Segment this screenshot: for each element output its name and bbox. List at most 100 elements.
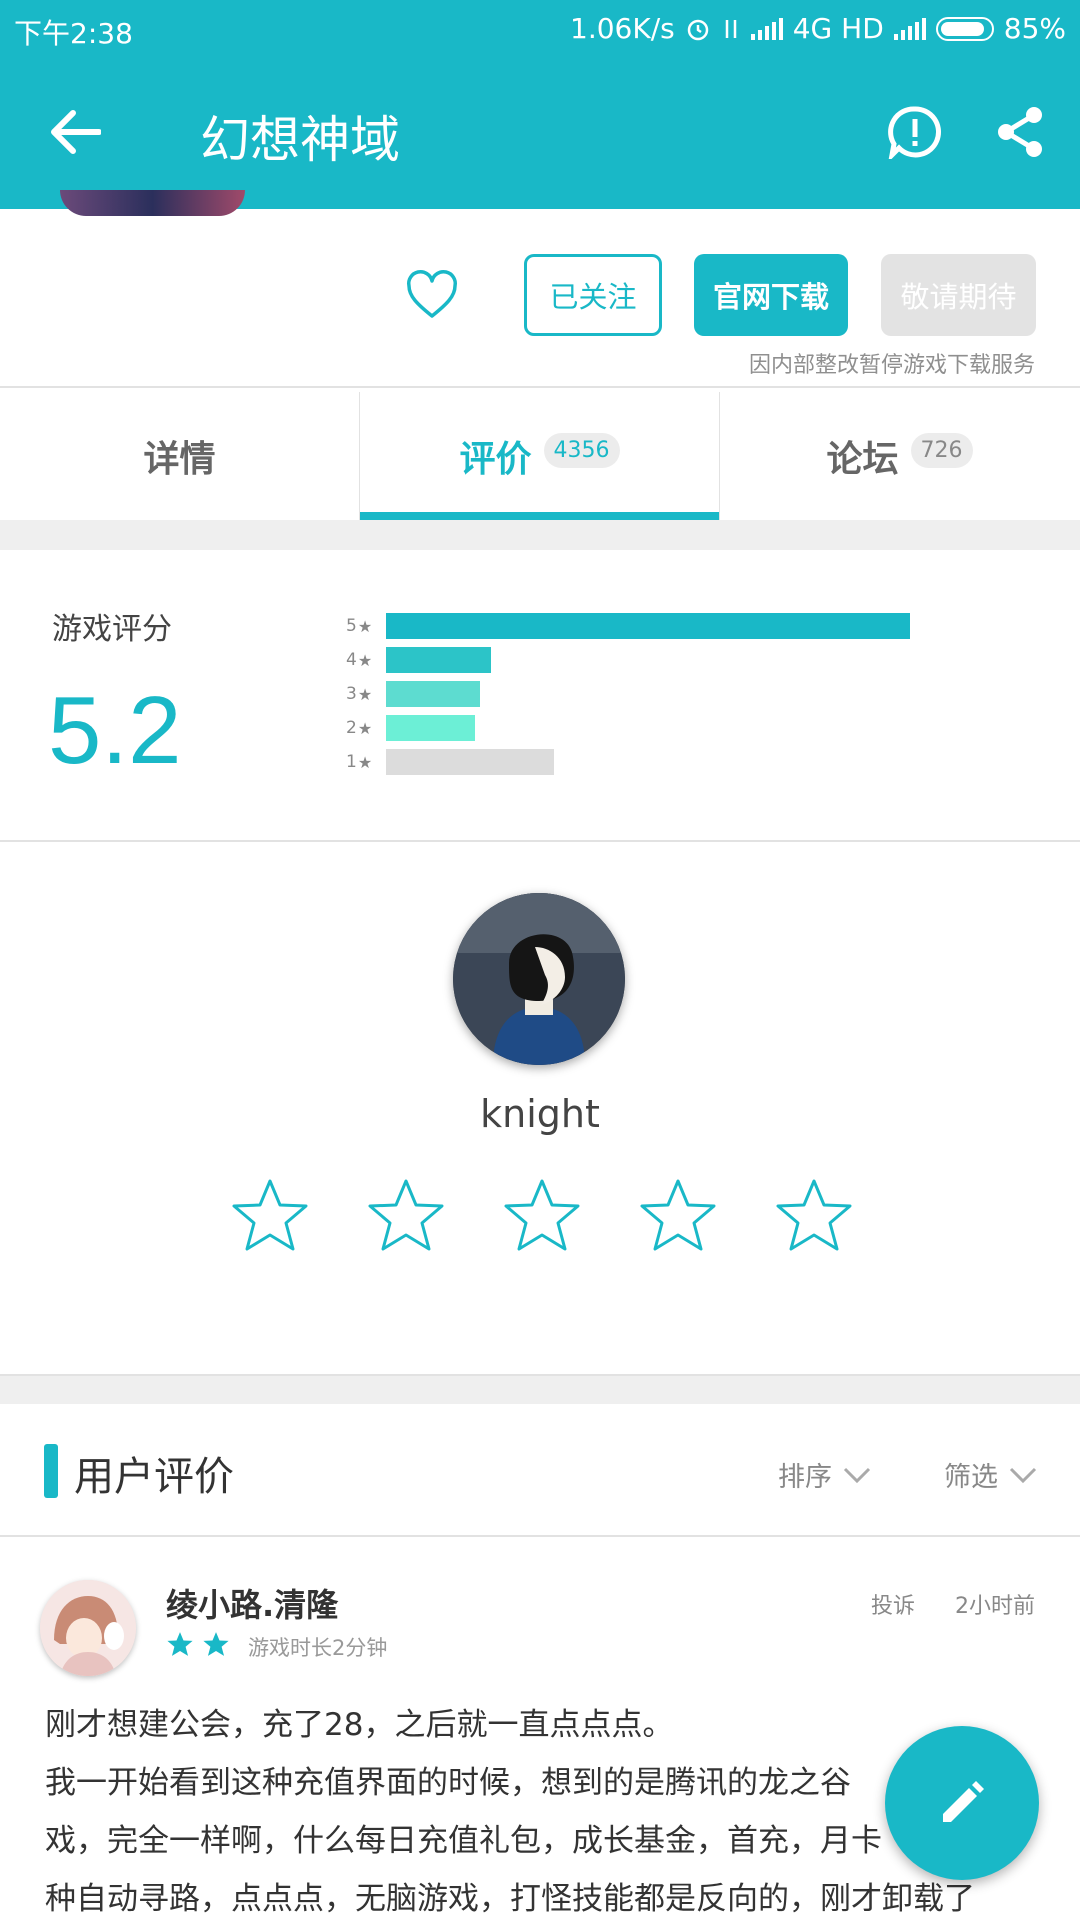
rate-star-icon[interactable] — [502, 1175, 582, 1255]
tab-details[interactable]: 详情 — [0, 392, 359, 520]
share-icon — [998, 107, 1042, 157]
app-bar: 下午2:38 1.06K/s 4G HD 85% 幻想神域 — [0, 0, 1080, 209]
report-link[interactable]: 投诉 — [871, 1588, 915, 1620]
divider — [0, 386, 1080, 388]
star-level: 2 — [346, 718, 357, 738]
tab-indicator — [360, 512, 719, 520]
status-bar: 下午2:38 1.06K/s 4G HD 85% — [0, 0, 1080, 56]
network-type: 4G HD — [792, 12, 884, 45]
star-level: 4 — [346, 650, 357, 670]
signal-icon-2 — [893, 17, 926, 40]
tab-label: 评价 — [459, 439, 532, 480]
star-level: 3 — [346, 684, 357, 704]
write-review-button[interactable] — [885, 1726, 1039, 1880]
comment-rating — [166, 1630, 230, 1658]
sort-label: 排序 — [778, 1462, 832, 1493]
tab-divider — [719, 392, 720, 520]
rate-star-icon[interactable] — [774, 1175, 854, 1255]
data-transfer-icon — [725, 19, 736, 38]
tab-label: 论坛 — [826, 439, 899, 480]
rating-bar-label: 4 ★ — [346, 650, 386, 670]
report-button[interactable] — [885, 102, 945, 162]
star-icon: ★ — [357, 650, 373, 670]
star-icon: ★ — [357, 684, 373, 704]
follow-button[interactable]: 已关注 — [524, 254, 662, 336]
commenter-name[interactable]: 绫小路.清隆 — [166, 1580, 338, 1626]
battery-level: 85% — [1003, 12, 1066, 45]
sort-dropdown[interactable]: 排序 — [778, 1455, 872, 1494]
section-gap — [0, 1374, 1080, 1404]
tab-divider — [359, 392, 360, 520]
star-level: 1 — [346, 752, 357, 772]
user-avatar — [453, 893, 625, 1065]
star-icon: ★ — [357, 718, 373, 738]
tab-count: 726 — [910, 432, 973, 468]
status-right: 1.06K/s 4G HD 85% — [570, 12, 1066, 45]
tab-reviews[interactable]: 评价 4356 — [360, 392, 719, 520]
rating-bar-label: 3 ★ — [346, 684, 386, 704]
rate-star-icon[interactable] — [366, 1175, 446, 1255]
rating-bar-row: 1 ★ — [346, 749, 554, 775]
signal-icon — [750, 17, 783, 40]
rating-bar-label: 2 ★ — [346, 718, 386, 738]
avatar-image — [40, 1580, 136, 1676]
playtime: 游戏时长2分钟 — [248, 1636, 388, 1660]
comment-meta: 投诉 2小时前 — [871, 1588, 1035, 1620]
rating-bar — [386, 749, 554, 775]
back-arrow-icon — [51, 110, 101, 154]
rating-star-icon — [167, 1632, 193, 1656]
rating-star-icon — [203, 1632, 229, 1656]
pencil-icon — [943, 1781, 984, 1822]
coming-soon-button: 敬请期待 — [881, 254, 1036, 336]
official-download-button[interactable]: 官网下载 — [694, 254, 848, 336]
filter-label: 筛选 — [944, 1462, 998, 1493]
rating-bar-label: 1 ★ — [346, 752, 386, 772]
star-icon: ★ — [357, 616, 373, 636]
rating-bar-label: 5 ★ — [346, 616, 386, 636]
rating-bar — [386, 613, 910, 639]
section-marker — [44, 1444, 58, 1498]
back-button[interactable] — [40, 102, 110, 162]
network-speed: 1.06K/s — [570, 12, 675, 45]
tab-count: 4356 — [543, 432, 620, 468]
status-time: 下午2:38 — [14, 17, 133, 50]
star-level: 5 — [346, 616, 357, 636]
divider — [0, 840, 1080, 842]
game-icon — [60, 190, 245, 216]
battery-icon — [935, 16, 994, 41]
report-icon — [888, 106, 941, 159]
rating-bar — [386, 647, 491, 673]
comment-time: 2小时前 — [955, 1594, 1035, 1619]
rating-score: 5.2 — [48, 677, 182, 784]
share-button[interactable] — [990, 102, 1050, 162]
rating-bar-row: 4 ★ — [346, 647, 491, 673]
rate-stars — [230, 1175, 854, 1255]
favorite-button[interactable] — [405, 268, 459, 322]
section-gap — [0, 520, 1080, 550]
chevron-down-icon — [843, 1467, 871, 1483]
rate-star-icon[interactable] — [230, 1175, 310, 1255]
page-title: 幻想神域 — [200, 111, 400, 169]
avatar-image — [453, 893, 625, 1065]
comment-line: 种自动寻路，点点点，无脑游戏，打怪技能都是反向的，刚才卸载了 — [45, 1881, 975, 1917]
star-icon: ★ — [357, 752, 373, 772]
rating-bar-row: 3 ★ — [346, 681, 480, 707]
reviews-title: 用户评价 — [74, 1454, 234, 1500]
download-notice: 因内部整改暂停游戏下载服务 — [748, 353, 1035, 378]
rating-bar-row: 5 ★ — [346, 613, 910, 639]
heart-icon — [406, 270, 458, 318]
rate-star-icon[interactable] — [638, 1175, 718, 1255]
rating-label: 游戏评分 — [52, 612, 172, 647]
chevron-down-icon — [1009, 1467, 1037, 1483]
alarm-icon — [687, 19, 708, 40]
rating-bar — [386, 681, 480, 707]
tab-label: 详情 — [143, 439, 216, 480]
comment-line: 刚才想建公会，充了28，之后就一直点点点。 — [45, 1707, 674, 1743]
commenter-avatar[interactable] — [40, 1580, 136, 1676]
rating-bar-row: 2 ★ — [346, 715, 475, 741]
user-name: knight — [480, 1092, 600, 1136]
tab-forum[interactable]: 论坛 726 — [720, 392, 1079, 520]
rating-bar — [386, 715, 475, 741]
divider — [0, 1535, 1080, 1537]
filter-dropdown[interactable]: 筛选 — [944, 1455, 1038, 1494]
